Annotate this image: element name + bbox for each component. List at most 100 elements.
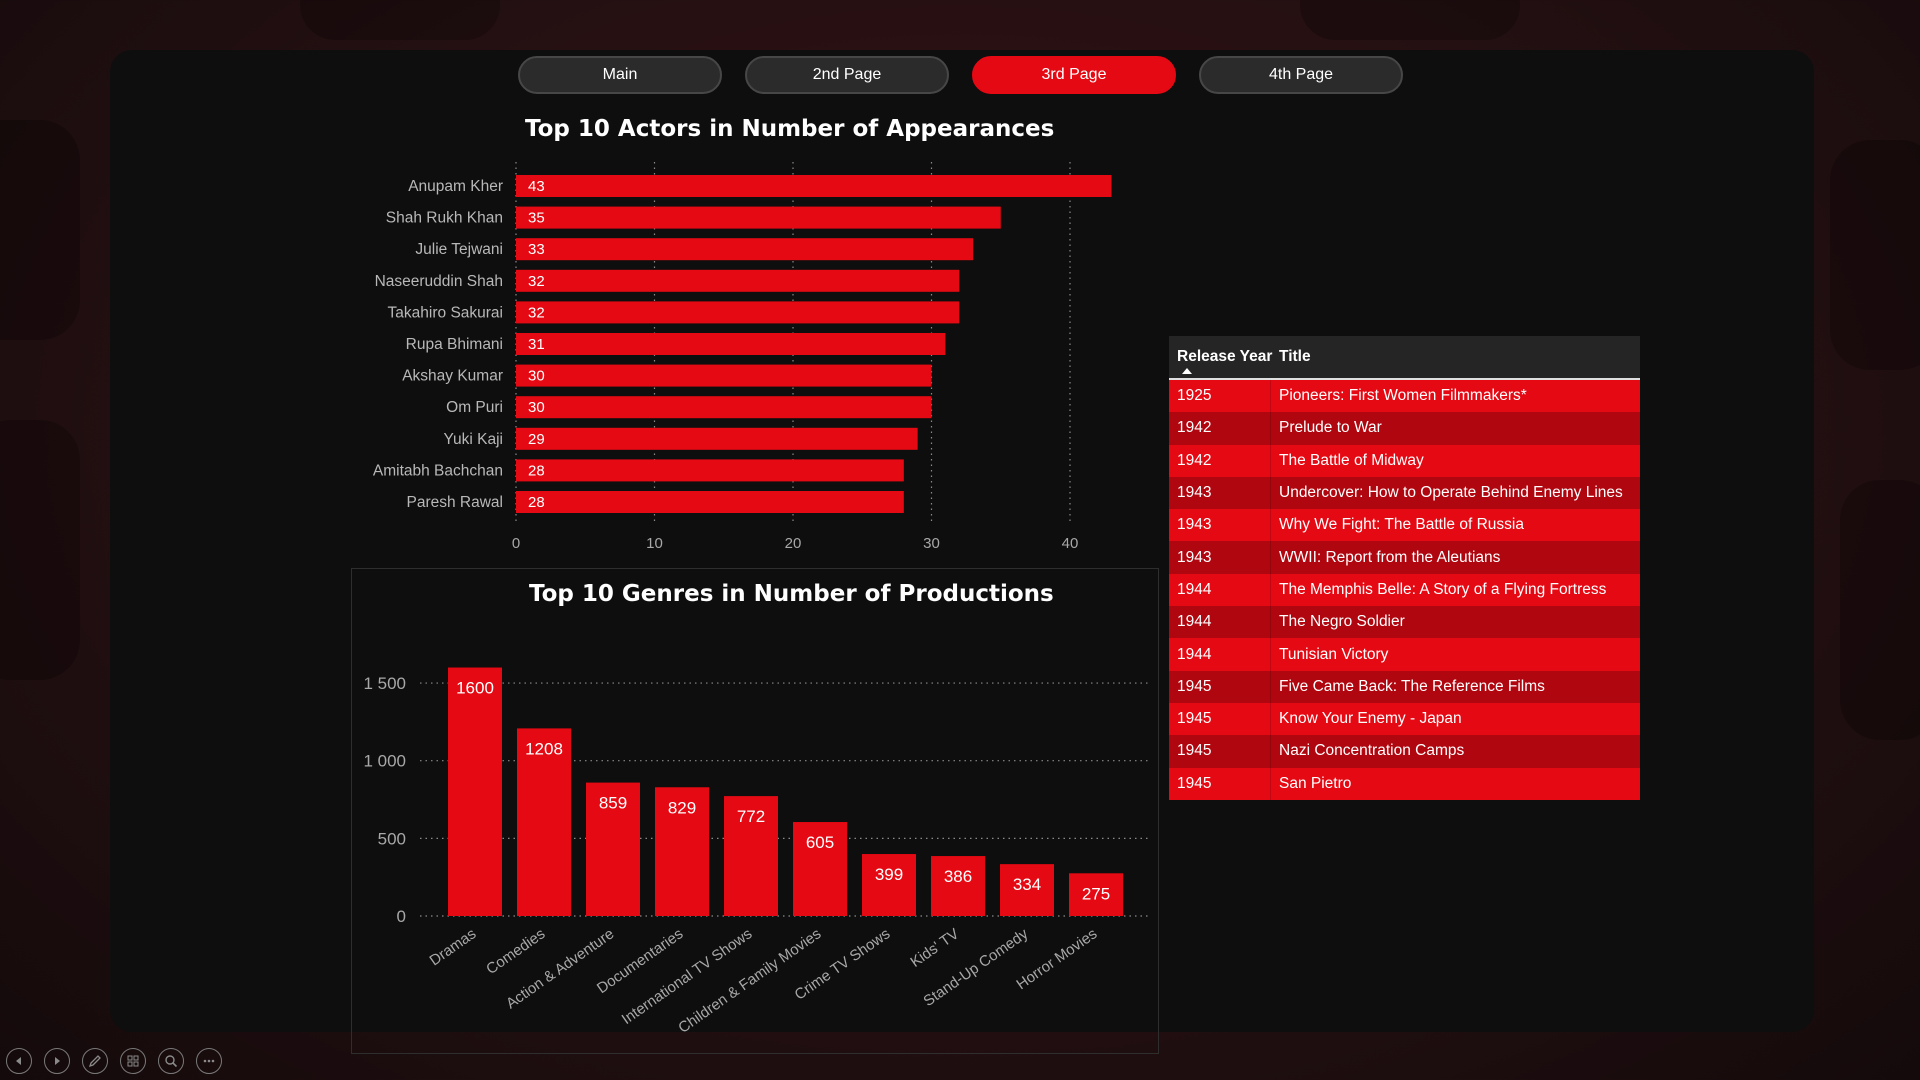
cell-release-year: 1943 — [1169, 476, 1271, 510]
actors-chart-title: Top 10 Actors in Number of Appearances — [525, 116, 1055, 142]
data-label: 399 — [875, 865, 903, 884]
bar — [862, 854, 916, 916]
release-year-table: Release Year Title 1925 Pioneers: First W… — [1169, 336, 1640, 800]
next-icon[interactable] — [44, 1048, 70, 1074]
bar — [448, 667, 502, 916]
table-row[interactable]: 1944 The Negro Soldier — [1169, 606, 1640, 639]
data-label: 29 — [528, 431, 545, 448]
table-row[interactable]: 1945 San Pietro — [1169, 767, 1640, 800]
cell-release-year: 1942 — [1169, 412, 1271, 445]
category-label: Paresh Rawal — [407, 494, 504, 511]
cell-release-year: 1945 — [1169, 670, 1271, 703]
table-row[interactable]: 1943 Why We Fight: The Battle of Russia — [1169, 509, 1640, 542]
data-label: 859 — [599, 794, 627, 813]
table-row[interactable]: 1943 WWII: Report from the Aleutians — [1169, 541, 1640, 574]
data-label: 30 — [528, 368, 545, 385]
category-label: Comedies — [483, 925, 548, 978]
y-tick-label: 500 — [378, 829, 406, 848]
cell-title: Pioneers: First Women Filmmakers* — [1279, 387, 1527, 405]
category-label: Takahiro Sakurai — [388, 304, 503, 321]
nav-button-3rd-page[interactable]: 3rd Page — [972, 56, 1176, 94]
table-row[interactable]: 1942 Prelude to War — [1169, 412, 1640, 445]
category-label: Anupam Kher — [408, 178, 503, 195]
column-header-title[interactable]: Title — [1271, 348, 1640, 366]
cell-title: The Memphis Belle: A Story of a Flying F… — [1279, 580, 1607, 598]
genres-chart-title: Top 10 Genres in Number of Productions — [529, 581, 1054, 607]
bar — [516, 491, 904, 513]
cell-release-year: 1942 — [1169, 444, 1271, 477]
cell-release-year: 1945 — [1169, 767, 1271, 800]
data-label: 28 — [528, 494, 545, 511]
category-label: Yuki Kaji — [444, 431, 503, 448]
bar — [516, 427, 918, 450]
cell-title: The Negro Soldier — [1279, 613, 1405, 631]
y-tick-label: 1 000 — [363, 752, 406, 771]
zoom-icon[interactable] — [158, 1048, 184, 1074]
cell-title: Tunisian Victory — [1279, 645, 1389, 663]
data-label: 30 — [528, 399, 545, 416]
more-icon[interactable] — [196, 1048, 222, 1074]
data-label: 31 — [528, 336, 545, 353]
cell-title: Nazi Concentration Camps — [1279, 742, 1465, 760]
data-label: 33 — [528, 241, 545, 258]
y-tick-label: 1 500 — [363, 674, 406, 693]
nav-button-main[interactable]: Main — [518, 56, 722, 94]
column-header-release-year[interactable]: Release Year — [1169, 348, 1272, 366]
data-label: 32 — [528, 304, 545, 321]
table-row[interactable]: 1945 Know Your Enemy - Japan — [1169, 702, 1640, 736]
sort-ascending-icon[interactable] — [1182, 368, 1192, 374]
cell-title: Five Came Back: The Reference Films — [1279, 677, 1545, 695]
category-label: Akshay Kumar — [402, 368, 503, 385]
x-tick-label: 20 — [785, 535, 802, 552]
y-tick-label: 0 — [397, 907, 406, 926]
data-label: 43 — [528, 178, 545, 195]
cell-release-year: 1925 — [1169, 380, 1271, 413]
pen-icon[interactable] — [82, 1048, 108, 1074]
cell-release-year: 1944 — [1169, 606, 1271, 639]
data-label: 35 — [528, 210, 545, 227]
category-label: Naseeruddin Shah — [375, 273, 503, 290]
table-row[interactable]: 1942 The Battle of Midway — [1169, 444, 1640, 477]
x-tick-label: 0 — [512, 535, 520, 552]
nav-button-4th-page[interactable]: 4th Page — [1199, 56, 1403, 94]
x-tick-label: 10 — [646, 535, 663, 552]
table-row[interactable]: 1925 Pioneers: First Women Filmmakers* — [1169, 380, 1640, 413]
table-row[interactable]: 1943 Undercover: How to Operate Behind En… — [1169, 476, 1640, 510]
x-tick-label: 40 — [1062, 535, 1079, 552]
table-row[interactable]: 1945 Five Came Back: The Reference Films — [1169, 670, 1640, 703]
bar — [516, 301, 960, 324]
bar — [516, 333, 946, 355]
table-row[interactable]: 1944 Tunisian Victory — [1169, 638, 1640, 671]
bar — [516, 175, 1112, 197]
x-tick-label: 30 — [923, 535, 940, 552]
data-label: 334 — [1013, 875, 1041, 894]
cell-title: San Pietro — [1279, 774, 1352, 792]
cell-release-year: 1943 — [1169, 509, 1271, 542]
previous-icon[interactable] — [6, 1048, 32, 1074]
bar — [516, 238, 974, 261]
data-label: 772 — [737, 807, 765, 826]
data-label: 605 — [806, 833, 834, 852]
data-label: 28 — [528, 462, 545, 479]
table-row[interactable]: 1945 Nazi Concentration Camps — [1169, 735, 1640, 768]
data-label: 386 — [944, 867, 972, 886]
cell-release-year: 1943 — [1169, 541, 1271, 574]
table-row[interactable]: 1944 The Memphis Belle: A Story of a Flyi… — [1169, 573, 1640, 607]
cell-title: The Battle of Midway — [1279, 451, 1424, 469]
bar — [516, 269, 960, 292]
nav-button-2nd-page[interactable]: 2nd Page — [745, 56, 949, 94]
category-label: Amitabh Bachchan — [373, 462, 503, 479]
cell-title: Know Your Enemy - Japan — [1279, 710, 1462, 728]
cell-release-year: 1944 — [1169, 638, 1271, 671]
data-label: 829 — [668, 798, 696, 817]
data-label: 1208 — [525, 739, 563, 758]
category-label: Julie Tejwani — [415, 241, 503, 258]
cell-title: Prelude to War — [1279, 419, 1382, 437]
slides-icon[interactable] — [120, 1048, 146, 1074]
genres-bar-chart: 05001 0001 500 1600Dramas1208Comedies859A… — [363, 667, 1148, 1037]
data-label: 1600 — [456, 679, 494, 698]
bar — [516, 396, 932, 419]
category-label: International TV Shows — [619, 925, 756, 1028]
table-body: 1925 Pioneers: First Women Filmmakers* 194… — [1169, 380, 1640, 800]
category-label: Om Puri — [446, 399, 503, 416]
